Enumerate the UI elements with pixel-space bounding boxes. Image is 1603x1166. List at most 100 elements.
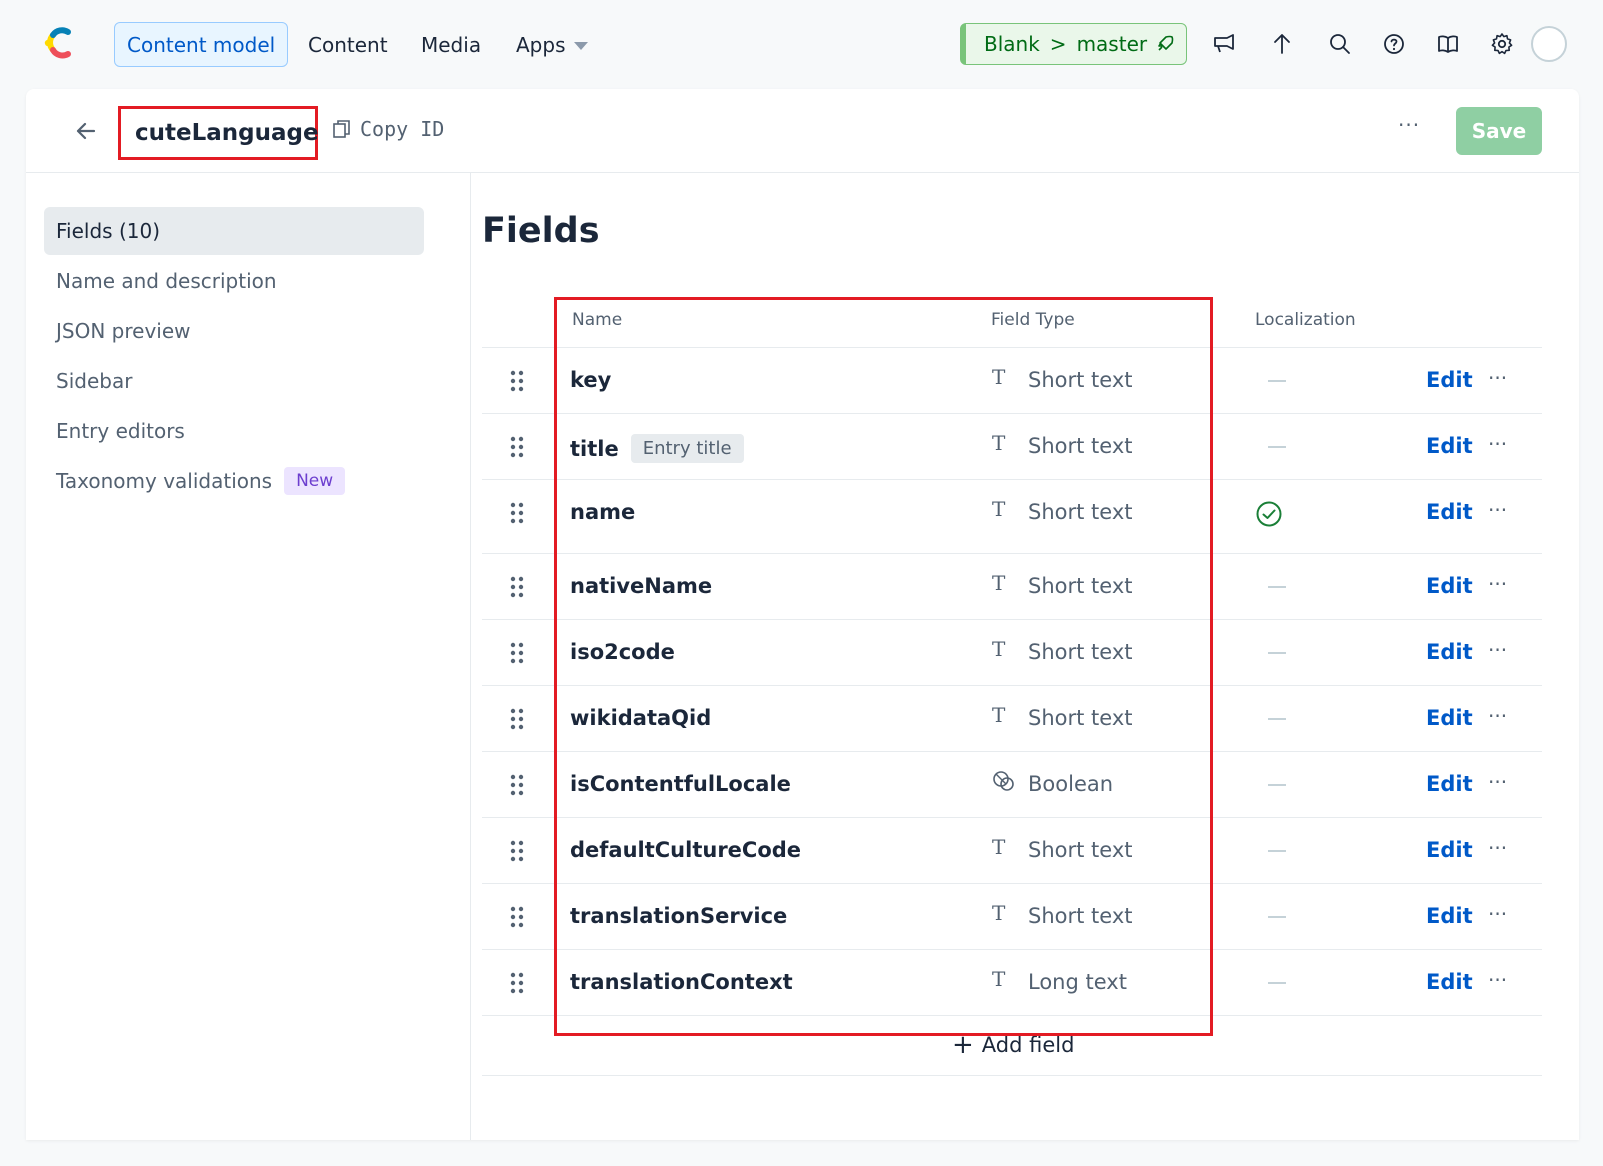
edit-field-link[interactable]: Edit	[1426, 838, 1473, 862]
rocket-icon	[1158, 35, 1174, 51]
field-name-text: defaultCultureCode	[570, 838, 802, 862]
field-name: title Entry title	[570, 434, 744, 463]
drag-handle-icon[interactable]	[510, 502, 524, 524]
field-more-button[interactable]: ···	[1488, 572, 1507, 596]
edit-field-link[interactable]: Edit	[1426, 368, 1473, 392]
copy-icon	[333, 120, 350, 138]
search-icon[interactable]	[1328, 32, 1352, 56]
field-name-text: iso2code	[570, 640, 675, 664]
field-more-button[interactable]: ···	[1488, 498, 1507, 522]
drag-handle-icon[interactable]	[510, 840, 524, 862]
more-options-button[interactable]: ···	[1398, 113, 1420, 137]
chevron-down-icon	[573, 41, 588, 50]
nav-media[interactable]: Media	[421, 22, 481, 67]
table-row[interactable]: nativeName T Short text Edit ···	[482, 554, 1542, 620]
sidebar-item-label: Taxonomy validations	[56, 469, 273, 493]
add-field-button[interactable]: + Add field	[952, 1032, 1074, 1058]
table-row[interactable]: translationService T Short text Edit ···	[482, 884, 1542, 950]
nav-content[interactable]: Content	[308, 22, 388, 67]
not-localized-dash	[1268, 784, 1286, 786]
nav-content-model[interactable]: Content model	[114, 22, 289, 67]
field-more-button[interactable]: ···	[1488, 366, 1507, 390]
sidebar-item-taxonomy-validations[interactable]: Taxonomy validations New	[44, 457, 424, 505]
sidebar-item-json-preview[interactable]: JSON preview	[44, 307, 424, 355]
sidebar-item-label: JSON preview	[56, 319, 191, 343]
sidebar-item-fields[interactable]: Fields (10)	[44, 207, 424, 255]
table-row[interactable]: name T Short text Edit ···	[482, 480, 1542, 554]
text-type-icon: T	[992, 497, 1006, 521]
drag-handle-icon[interactable]	[510, 436, 524, 458]
back-arrow-icon[interactable]	[72, 117, 100, 145]
field-more-button[interactable]: ···	[1488, 704, 1507, 728]
table-row[interactable]: key T Short text Edit ···	[482, 348, 1542, 414]
nav-content-model-label: Content model	[127, 32, 276, 57]
help-icon[interactable]	[1382, 32, 1406, 56]
content-type-name-text: cuteLanguage	[135, 120, 319, 146]
not-localized-dash	[1268, 982, 1286, 984]
sidebar-item-sidebar[interactable]: Sidebar	[44, 357, 424, 405]
table-row[interactable]: wikidataQid T Short text Edit ···	[482, 686, 1542, 752]
field-more-button[interactable]: ···	[1488, 968, 1507, 992]
drag-handle-icon[interactable]	[510, 906, 524, 928]
field-name: name	[570, 500, 635, 524]
arrow-up-icon[interactable]	[1270, 32, 1294, 56]
table-row[interactable]: isContentfulLocale Boolean Edit ···	[482, 752, 1542, 818]
field-more-button[interactable]: ···	[1488, 770, 1507, 794]
drag-handle-icon[interactable]	[510, 708, 524, 730]
field-name-text: nativeName	[570, 574, 713, 598]
field-more-button[interactable]: ···	[1488, 836, 1507, 860]
toggle-icon	[993, 771, 1014, 791]
field-name-text: key	[570, 368, 612, 392]
edit-field-link[interactable]: Edit	[1426, 640, 1473, 664]
avatar[interactable]	[1531, 26, 1567, 62]
table-row[interactable]: title Entry title T Short text Edit ···	[482, 414, 1542, 480]
copy-id-button[interactable]: Copy ID	[332, 117, 444, 141]
table-row[interactable]: iso2code T Short text Edit ···	[482, 620, 1542, 686]
edit-field-link[interactable]: Edit	[1426, 970, 1473, 994]
drag-handle-icon[interactable]	[510, 576, 524, 598]
drag-handle-icon[interactable]	[510, 972, 524, 994]
field-more-button[interactable]: ···	[1488, 432, 1507, 456]
field-type: T Short text	[992, 431, 1132, 458]
edit-field-link[interactable]: Edit	[1426, 434, 1473, 458]
content-type-name[interactable]: cuteLanguage	[118, 106, 319, 160]
edit-field-link[interactable]: Edit	[1426, 574, 1473, 598]
field-type-text: Short text	[1028, 706, 1133, 730]
drag-handle-icon[interactable]	[510, 774, 524, 796]
save-button[interactable]: Save	[1456, 107, 1542, 155]
environment-switcher[interactable]: Blank > master	[960, 23, 1187, 65]
field-type-text: Short text	[1028, 640, 1133, 664]
drag-handle-icon[interactable]	[510, 370, 524, 392]
field-more-button[interactable]: ···	[1488, 638, 1507, 662]
field-type: T Short text	[992, 703, 1133, 730]
not-localized-dash	[1268, 380, 1286, 382]
table-row[interactable]: defaultCultureCode T Short text Edit ···	[482, 818, 1542, 884]
text-type-icon: T	[992, 967, 1006, 991]
edit-field-link[interactable]: Edit	[1426, 500, 1473, 524]
text-type-icon: T	[992, 431, 1006, 455]
edit-field-link[interactable]: Edit	[1426, 904, 1473, 928]
column-name-header: Name	[572, 310, 623, 330]
sidebar-item-label: Fields (10)	[56, 219, 160, 243]
field-name-text: isContentfulLocale	[570, 772, 791, 796]
sidebar-item-entry-editors[interactable]: Entry editors	[44, 407, 424, 455]
sidebar-item-name-description[interactable]: Name and description	[44, 257, 424, 305]
table-row[interactable]: translationContext T Long text Edit ···	[482, 950, 1542, 1016]
gear-icon[interactable]	[1490, 32, 1514, 56]
edit-field-link[interactable]: Edit	[1426, 772, 1473, 796]
field-name: iso2code	[570, 640, 675, 664]
text-type-icon: T	[992, 703, 1006, 727]
edit-field-link[interactable]: Edit	[1426, 706, 1473, 730]
text-type-icon: T	[992, 637, 1006, 661]
contentful-logo[interactable]	[40, 24, 78, 62]
fields-table: Name Field Type Localization key T Short …	[482, 292, 1542, 1076]
megaphone-icon[interactable]	[1212, 32, 1236, 56]
nav-apps[interactable]: Apps	[516, 22, 588, 67]
sidebar-item-label: Sidebar	[56, 369, 133, 393]
field-name: translationService	[570, 904, 787, 928]
field-more-button[interactable]: ···	[1488, 902, 1507, 926]
field-type: Boolean	[992, 771, 1113, 796]
book-icon[interactable]	[1436, 32, 1460, 56]
drag-handle-icon[interactable]	[510, 642, 524, 664]
sidebar-item-label: Entry editors	[56, 419, 185, 443]
